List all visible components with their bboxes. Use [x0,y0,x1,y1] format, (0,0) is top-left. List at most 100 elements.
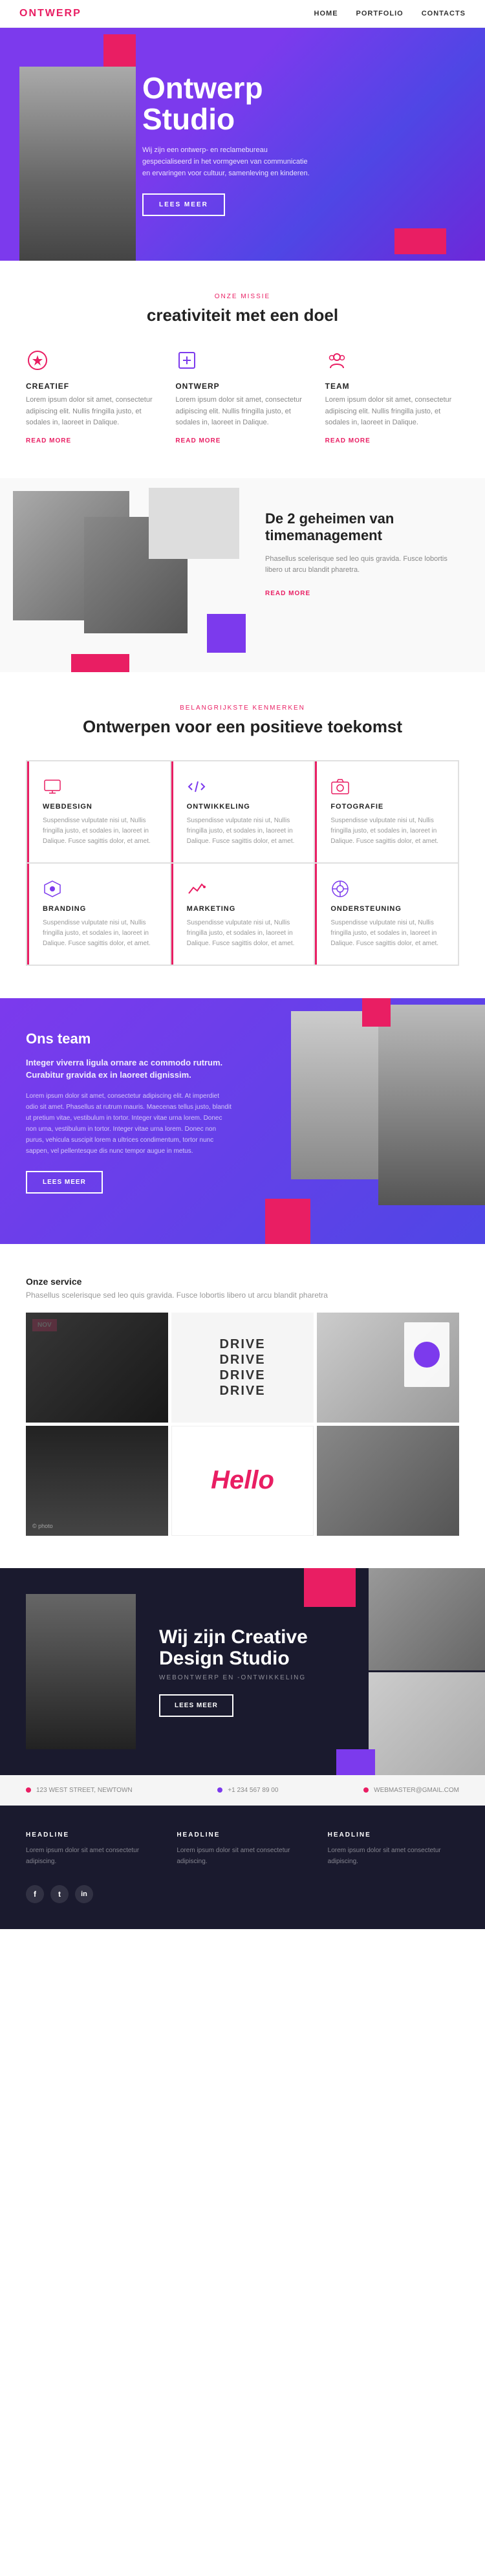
drive-line-1: DRIVE [219,1337,265,1352]
feature-photography: FOTOGRAFIE Suspendisse vulputate nisi ut… [314,761,458,863]
mission-grid: CREATIEF Lorem ipsum dolor sit amet, con… [26,349,459,446]
email-dot [363,1787,369,1793]
mission-item-creative: CREATIEF Lorem ipsum dolor sit amet, con… [26,349,160,446]
nav-portfolio[interactable]: PORTFOLIO [356,10,404,17]
branding-icon [43,879,62,899]
drive-line-3: DRIVE [219,1368,265,1383]
photography-icon [330,777,350,796]
creative-title: Wij zijn Creative Design Studio [159,1626,459,1669]
address-dot [26,1787,31,1793]
time-image-laptop [149,488,239,559]
nav-contacts[interactable]: CONTACTS [422,10,466,17]
mission-title-1: CREATIEF [26,382,160,391]
contact-email: WEBMASTER@GMAIL.COM [374,1787,459,1794]
services-description: Phasellus scelerisque sed leo quis gravi… [26,1291,459,1300]
feature-support: ONDERSTEUNING Suspendisse vulputate nisi… [314,863,458,965]
services-grid: NOV DRIVE DRIVE DRIVE DRIVE © photo [26,1313,459,1536]
team-accent-pink2 [362,998,391,1027]
mission-item-team: TEAM Lorem ipsum dolor sit amet, consect… [325,349,459,446]
mission-readmore-2[interactable]: READ MORE [175,437,221,444]
drive-line-2: DRIVE [219,1352,265,1368]
footer-title-3: HEADLINE [328,1831,459,1839]
team-button[interactable]: LEES MEER [26,1171,103,1194]
creative-person-image [26,1594,136,1749]
footer-title-2: HEADLINE [177,1831,308,1839]
phone-dot [217,1787,222,1793]
footer-col-2: HEADLINE Lorem ipsum dolor sit amet cons… [177,1831,308,1867]
mission-label: ONZE MISSIE [26,293,459,300]
support-icon [330,879,350,899]
mission-title: creativiteit met een doel [26,305,459,325]
contact-phone: +1 234 567 89 00 [228,1787,278,1794]
footer-grid: HEADLINE Lorem ipsum dolor sit amet cons… [26,1831,459,1867]
footer-text-2: Lorem ipsum dolor sit amet consectetur a… [177,1845,308,1867]
navigation: ONTWERP HOME PORTFOLIO CONTACTS [0,0,485,28]
mission-text-3: Lorem ipsum dolor sit amet, consectetur … [325,395,459,429]
nav-links: HOME PORTFOLIO CONTACTS [314,10,466,17]
feature-text-marketing: Suspendisse vulputate nisi ut, Nullis fr… [187,918,299,949]
hello-text: Hello [211,1466,274,1495]
feature-accent-6 [315,864,317,965]
social-twitter[interactable]: t [50,1885,69,1903]
footer-text-3: Lorem ipsum dolor sit amet consectetur a… [328,1845,459,1867]
feature-accent-1 [27,761,29,862]
social-facebook[interactable]: f [26,1885,44,1903]
mission-section: ONZE MISSIE creativiteit met een doel CR… [0,261,485,478]
timemanagement-section: De 2 geheimen van timemanagement Phasell… [0,478,485,672]
footer-text-1: Lorem ipsum dolor sit amet consectetur a… [26,1845,157,1867]
features-label: BELANGRIJKSTE KENMERKEN [26,704,459,712]
feature-development: ONTWIKKELING Suspendisse vulputate nisi … [171,761,315,863]
mission-readmore-1[interactable]: READ MORE [26,437,71,444]
creative-accent-blue [304,1568,356,1607]
services-section: Onze service Phasellus scelerisque sed l… [0,1244,485,1568]
service-card-4: © photo [26,1426,168,1536]
contact-item-phone: +1 234 567 89 00 [217,1787,278,1794]
timemanagement-readmore[interactable]: READ MORE [265,590,310,597]
creative-button[interactable]: LEES MEER [159,1694,233,1717]
features-section: BELANGRIJKSTE KENMERKEN Ontwerpen voor e… [0,672,485,998]
creative-section: Wij zijn Creative Design Studio WEBONTWE… [0,1568,485,1775]
team-images [265,998,485,1244]
hero-cta-button[interactable]: LEES MEER [142,193,225,216]
team-title-text: Integer viverra ligula ornare ac commodo… [26,1056,233,1082]
hero-accent-top [103,34,136,67]
feature-branding: BRANDING Suspendisse vulputate nisi ut, … [27,863,171,965]
feature-marketing: MARKETING Suspendisse vulputate nisi ut,… [171,863,315,965]
features-grid: WEBDESIGN Suspendisse vulputate nisi ut,… [26,760,459,966]
hero-title: Ontwerp Studio [142,72,310,135]
feature-title-photography: FOTOGRAFIE [330,803,442,811]
feature-text-webdesign: Suspendisse vulputate nisi ut, Nullis fr… [43,816,155,847]
services-label: Onze service [26,1276,459,1287]
service-card-5: Hello [171,1426,314,1536]
hero-section: Ontwerp Studio Wij zijn een ontwerp- en … [0,28,485,261]
features-title: Ontwerpen voor een positieve toekomst [26,717,459,737]
team-member-1 [291,1011,388,1179]
hero-description: Wij zijn een ontwerp- en reclamebureau g… [142,144,310,179]
hero-accent-bottom [394,228,446,254]
mission-readmore-3[interactable]: READ MORE [325,437,371,444]
time-accent-red [71,654,129,672]
service-card-detail [404,1322,449,1387]
footer-social: f t in [26,1885,459,1903]
design-icon [175,349,309,375]
footer-col-3: HEADLINE Lorem ipsum dolor sit amet cons… [328,1831,459,1867]
team-icon [325,349,459,375]
feature-title-webdesign: WEBDESIGN [43,803,155,811]
team-label: Ons team [26,1031,233,1047]
feature-title-marketing: MARKETING [187,905,299,913]
service-photo-overlay [26,1313,168,1423]
social-linkedin[interactable]: in [75,1885,93,1903]
contact-bar: 123 WEST STREET, NEWTOWN +1 234 567 89 0… [0,1775,485,1806]
creative-subtitle: WEBONTWERP EN -ONTWIKKELING [159,1674,459,1681]
nav-home[interactable]: HOME [314,10,338,17]
team-description: Lorem ipsum dolor sit amet, consectetur … [26,1091,233,1157]
feature-accent-5 [171,864,173,965]
team-content: Ons team Integer viverra ligula ornare a… [26,1031,233,1194]
service-card-2: DRIVE DRIVE DRIVE DRIVE [171,1313,314,1423]
drive-line-4: DRIVE [219,1383,265,1399]
feature-text-branding: Suspendisse vulputate nisi ut, Nullis fr… [43,918,155,949]
logo[interactable]: ONTWERP [19,8,81,19]
footer: HEADLINE Lorem ipsum dolor sit amet cons… [0,1806,485,1929]
team-accent-pink [265,1199,310,1244]
feature-text-development: Suspendisse vulputate nisi ut, Nullis fr… [187,816,299,847]
